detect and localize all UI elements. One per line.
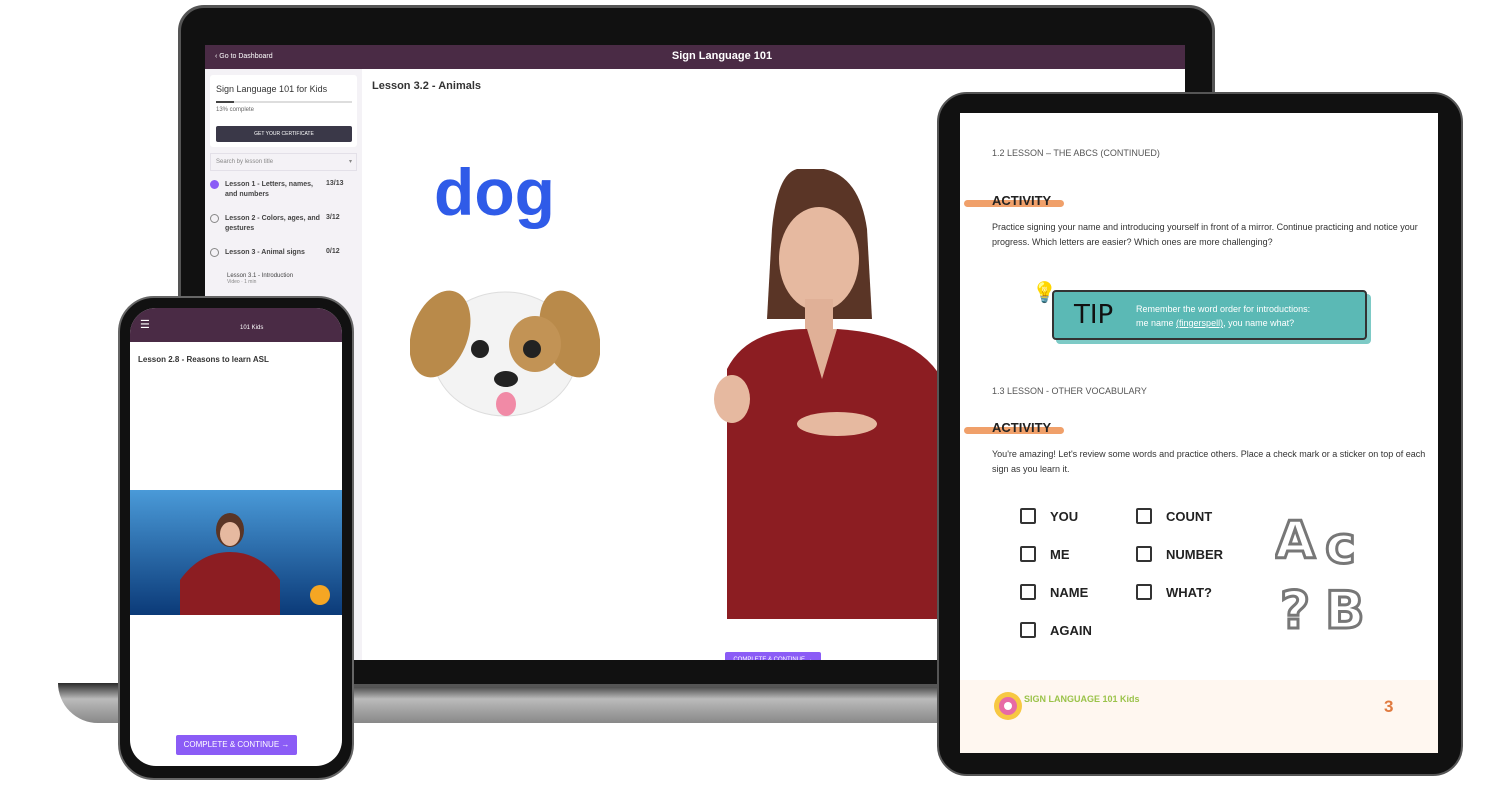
- phone-lesson-title: Lesson 2.8 - Reasons to learn ASL: [138, 355, 269, 364]
- phone-logo: 101 Kids: [240, 325, 264, 331]
- lesson-search-input[interactable]: Search by lesson title ▾: [210, 153, 357, 171]
- circle-icon: [210, 248, 219, 257]
- activity-label: ACTIVITY: [963, 193, 1065, 208]
- checkbox-item[interactable]: AGAIN: [1020, 622, 1092, 638]
- section-heading: 1.2 LESSON – THE ABCS (CONTINUED): [992, 148, 1160, 158]
- lesson-title: Lesson 3.2 - Animals: [372, 80, 482, 92]
- footer-logo: SIGN LANGUAGE 101 Kids: [1024, 694, 1140, 704]
- checkbox-item[interactable]: COUNT: [1136, 508, 1212, 524]
- svg-text:B: B: [1325, 581, 1365, 638]
- lesson-item[interactable]: Lesson 3 - Animal signs 0/12: [210, 248, 355, 258]
- tip-text: Remember the word order for introduction…: [1136, 304, 1311, 328]
- check-icon: [210, 180, 219, 189]
- certificate-button[interactable]: GET YOUR CERTIFICATE: [216, 126, 352, 142]
- app-header: ‹ Go to Dashboard Sign Language 101: [205, 45, 1185, 69]
- section-heading: 1.3 LESSON - OTHER VOCABULARY: [992, 386, 1147, 396]
- checkbox-item[interactable]: WHAT?: [1136, 584, 1212, 600]
- phone-complete-continue-button[interactable]: COMPLETE & CONTINUE →: [176, 735, 297, 755]
- svg-text:c: c: [1325, 516, 1356, 576]
- svg-text:?: ?: [1280, 581, 1310, 638]
- tip-label: TIP: [1074, 300, 1114, 330]
- dog-emoji: [410, 290, 600, 417]
- app-title: Sign Language 101: [671, 50, 773, 62]
- circle-icon: [210, 214, 219, 223]
- dog-word: dog: [434, 155, 555, 229]
- checkbox-item[interactable]: ME: [1020, 546, 1070, 562]
- lesson-item[interactable]: Lesson 1 - Letters, names, and numbers 13…: [210, 180, 355, 200]
- activity-text: Practice signing your name and introduci…: [992, 222, 1418, 247]
- progress-bar: [216, 101, 352, 103]
- lesson-item[interactable]: Lesson 2 - Colors, ages, and gestures 3/1…: [210, 214, 355, 234]
- activity-text: You're amazing! Let's review some words …: [992, 449, 1426, 474]
- menu-icon[interactable]: ☰: [140, 318, 150, 331]
- checkbox-item[interactable]: NAME: [1020, 584, 1088, 600]
- checkbox-item[interactable]: NUMBER: [1136, 546, 1223, 562]
- phone-header: ☰ 101 Kids: [130, 308, 342, 342]
- course-title: Sign Language 101 for Kids: [216, 84, 328, 94]
- lesson-video[interactable]: [130, 490, 342, 615]
- activity-label: ACTIVITY: [963, 420, 1065, 435]
- page-number: 3: [1384, 697, 1394, 716]
- phone-screen: ☰ 101 Kids Lesson 2.8 - Reasons to learn…: [130, 308, 342, 766]
- tablet-screen: 1.2 LESSON – THE ABCS (CONTINUED) ACTIVI…: [960, 113, 1438, 753]
- instructor-image: [714, 169, 942, 619]
- svg-text:A: A: [1275, 511, 1315, 571]
- letters-illustration: Ac ? B: [1275, 510, 1366, 639]
- sublesson-item[interactable]: Lesson 3.1 - Introduction Video · 1 min: [227, 273, 293, 285]
- progress-label: 13% complete: [216, 107, 255, 113]
- complete-continue-button[interactable]: COMPLETE & CONTINUE →: [725, 652, 821, 660]
- page-footer: SIGN LANGUAGE 101 Kids 3: [960, 680, 1438, 753]
- tip-box: 💡 TIP Remember the word order for introd…: [1032, 282, 1367, 340]
- logo-flower-icon: [994, 692, 1022, 720]
- lightbulb-icon: 💡: [1032, 282, 1057, 304]
- checkbox-item[interactable]: YOU: [1020, 508, 1078, 524]
